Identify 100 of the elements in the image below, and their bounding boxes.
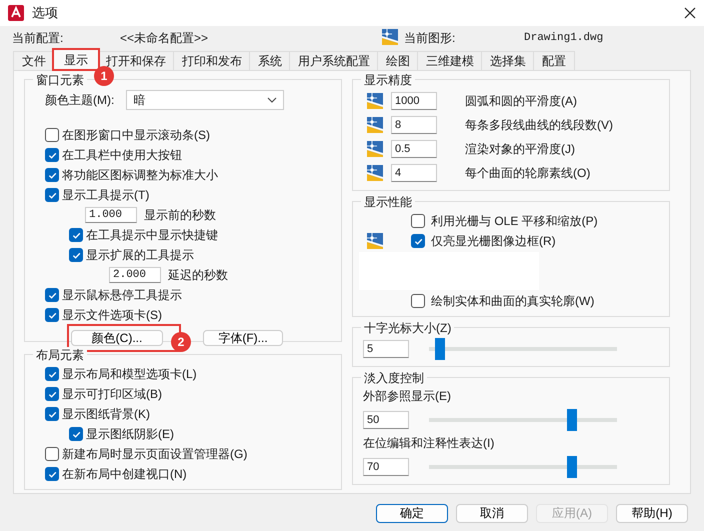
checkmark-icon xyxy=(48,410,56,418)
checkmark-icon xyxy=(48,310,56,320)
checkbox-label: 显示鼠标悬停工具提示 xyxy=(62,286,182,304)
group-title: 十字光标大小(Z) xyxy=(361,320,454,337)
tab[interactable]: 绘图 xyxy=(377,51,419,70)
checkbox[interactable] xyxy=(411,234,425,248)
group-title: 显示性能 xyxy=(361,194,415,211)
tab[interactable]: 打开和保存 xyxy=(97,51,175,70)
checkbox-label: 新建布局时显示页面设置管理器(G) xyxy=(62,446,248,462)
checkbox[interactable] xyxy=(69,248,83,262)
field-label: 颜色主题(M): xyxy=(45,92,114,108)
checkbox-label: 在工具栏中使用大按钮 xyxy=(62,146,182,164)
dialog-button[interactable]: 帮助(H) xyxy=(616,504,688,523)
checkbox[interactable] xyxy=(45,168,59,182)
group-title: 布局元素 xyxy=(33,347,87,364)
number-field[interactable]: 50 xyxy=(363,411,409,429)
checkbox-label: 显示工具提示(T) xyxy=(62,186,150,204)
checkbox[interactable] xyxy=(45,308,59,322)
dialog-button[interactable]: 确定 xyxy=(376,504,448,523)
checkmark-icon xyxy=(48,190,56,200)
display-setting-icon xyxy=(367,233,383,249)
checkbox-label: 仅亮显光栅图像边框(R) xyxy=(431,232,556,250)
checkbox[interactable] xyxy=(45,407,59,421)
checkbox[interactable] xyxy=(69,427,83,441)
number-field[interactable]: 1000 xyxy=(391,92,437,110)
checkbox[interactable] xyxy=(45,447,59,461)
checkbox[interactable] xyxy=(411,294,425,308)
checkbox-label: 显示图纸背景(K) xyxy=(62,406,150,422)
tab[interactable]: 配置 xyxy=(533,51,575,70)
checkmark-icon xyxy=(48,150,56,160)
tab[interactable]: 选择集 xyxy=(481,51,535,70)
slider-thumb[interactable] xyxy=(566,456,577,478)
checkbox[interactable] xyxy=(45,128,59,142)
checkbox[interactable] xyxy=(45,148,59,162)
profile-value: <<未命名配置>> xyxy=(120,30,210,46)
checkmark-icon xyxy=(48,170,56,180)
tab[interactable]: 打印和发布 xyxy=(173,51,251,70)
number-field[interactable]: 8 xyxy=(391,116,437,134)
checkbox[interactable] xyxy=(45,367,59,381)
checkbox-label: 显示图纸阴影(E) xyxy=(86,426,174,442)
group-title: 窗口元素 xyxy=(33,72,87,89)
group-title: 显示精度 xyxy=(361,72,415,89)
checkbox-label: 显示文件选项卡(S) xyxy=(62,306,162,324)
checkbox-label: 显示布局和模型选项卡(L) xyxy=(62,366,197,382)
checkmark-icon xyxy=(414,236,422,246)
field-label: 每条多段线曲线的线段数(V) xyxy=(465,116,613,134)
checkmark-icon xyxy=(48,370,56,378)
checkmark-icon xyxy=(48,470,56,478)
checkmark-icon xyxy=(72,430,80,438)
theme-dropdown[interactable]: 暗 xyxy=(126,90,284,110)
number-field[interactable]: 2.000 xyxy=(109,267,161,283)
checkbox-label: 显示可打印区域(B) xyxy=(62,386,162,402)
checkbox[interactable] xyxy=(45,467,59,481)
checkbox-label: 将功能区图标调整为标准大小 xyxy=(62,166,218,184)
field-label: 延迟的秒数 xyxy=(168,266,228,284)
field-label: 每个曲面的轮廓素线(O) xyxy=(465,164,590,182)
checkbox-label: 在新布局中创建视口(N) xyxy=(62,466,187,482)
number-field[interactable]: 0.5 xyxy=(391,140,437,158)
dialog-button[interactable]: 颜色(C)... xyxy=(71,330,163,346)
tab[interactable]: 显示 xyxy=(53,49,99,70)
slider-thumb[interactable] xyxy=(566,409,577,431)
drawing-name: Drawing1.dwg xyxy=(524,32,604,44)
tab[interactable]: 三维建模 xyxy=(417,51,483,70)
slider-thumb[interactable] xyxy=(435,338,446,360)
dialog-button[interactable]: 取消 xyxy=(456,504,528,523)
app-logo-icon xyxy=(8,5,24,21)
checkmark-icon xyxy=(48,290,56,300)
field-label: 显示前的秒数 xyxy=(144,206,216,224)
step-badge: 2 xyxy=(171,332,191,352)
tab[interactable]: 系统 xyxy=(249,51,291,70)
checkbox-label: 利用光栅与 OLE 平移和缩放(P) xyxy=(431,212,598,230)
field-label: 圆弧和圆的平滑度(A) xyxy=(465,92,577,110)
display-setting-icon xyxy=(367,165,383,181)
display-setting-icon xyxy=(382,28,398,44)
checkbox[interactable] xyxy=(45,387,59,401)
number-field[interactable]: 70 xyxy=(363,458,409,476)
close-icon[interactable] xyxy=(684,7,696,19)
number-field[interactable]: 1.000 xyxy=(85,207,137,223)
checkbox-label: 绘制实体和曲面的真实轮廓(W) xyxy=(431,292,594,310)
field-label: 外部参照显示(E) xyxy=(363,388,452,405)
checkmark-icon xyxy=(72,250,80,260)
drawing-label: 当前图形: xyxy=(404,30,456,46)
chevron-down-icon xyxy=(267,97,278,103)
checkbox[interactable] xyxy=(69,228,83,242)
checkbox[interactable] xyxy=(45,288,59,302)
tab[interactable]: 文件 xyxy=(13,51,55,70)
number-field[interactable]: 5 xyxy=(363,340,409,358)
profile-label: 当前配置: xyxy=(12,30,64,46)
checkbox[interactable] xyxy=(45,188,59,202)
dialog-button[interactable]: 字体(F)... xyxy=(203,330,283,346)
number-field[interactable]: 4 xyxy=(391,164,437,182)
checkbox[interactable] xyxy=(411,214,425,228)
display-setting-icon xyxy=(367,117,383,133)
checkmark-icon xyxy=(72,230,80,240)
field-label: 在位编辑和注释性表达(I) xyxy=(363,435,496,452)
field-label: 渲染对象的平滑度(J) xyxy=(465,140,575,158)
window-title: 选项 xyxy=(32,4,59,22)
display-setting-icon xyxy=(367,141,383,157)
display-setting-icon xyxy=(367,93,383,109)
tab[interactable]: 用户系统配置 xyxy=(289,51,379,70)
